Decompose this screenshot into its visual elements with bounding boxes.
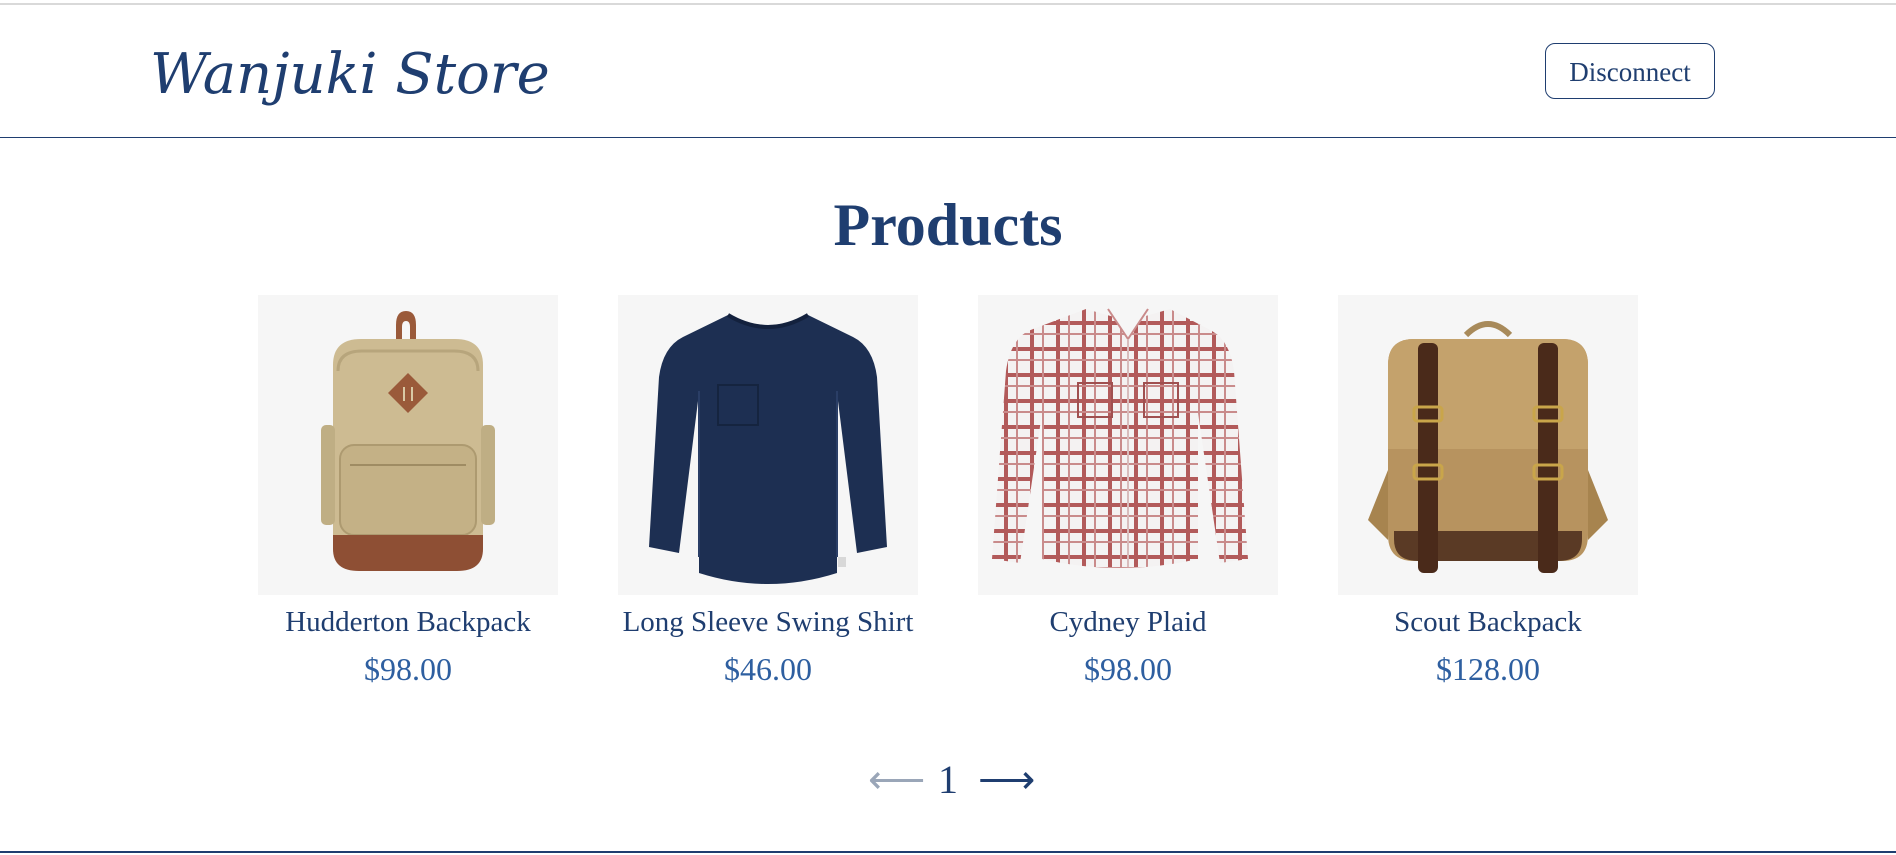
- product-card[interactable]: Hudderton Backpack $98.00: [258, 295, 558, 687]
- bottom-divider: [0, 851, 1896, 853]
- product-name[interactable]: Hudderton Backpack: [258, 605, 558, 639]
- site-header: Wanjuki Store Disconnect: [0, 5, 1896, 138]
- previous-page-arrow-icon[interactable]: ⟵: [868, 756, 925, 804]
- product-price: $46.00: [724, 651, 812, 687]
- product-price: $98.00: [364, 651, 452, 687]
- plaid-shirt-icon[interactable]: [978, 295, 1278, 595]
- product-name[interactable]: Long Sleeve Swing Shirt: [618, 605, 918, 639]
- product-grid: Hudderton Backpack $98.00 Long Sleeve Sw…: [258, 295, 1638, 695]
- product-card[interactable]: Cydney Plaid $98.00: [978, 295, 1278, 687]
- page-title: Products: [833, 192, 1063, 258]
- product-card[interactable]: Scout Backpack $128.00: [1338, 295, 1638, 687]
- current-page-number: 1: [938, 756, 958, 802]
- product-card[interactable]: Long Sleeve Swing Shirt $46.00: [618, 295, 918, 687]
- disconnect-button[interactable]: Disconnect: [1545, 43, 1715, 99]
- backpack-tan-icon[interactable]: [258, 295, 558, 595]
- store-logo[interactable]: Wanjuki Store: [150, 35, 550, 115]
- product-name[interactable]: Scout Backpack: [1338, 605, 1638, 639]
- next-page-arrow-icon[interactable]: ⟶: [978, 756, 1035, 804]
- strapped-backpack-icon[interactable]: [1338, 295, 1638, 595]
- pagination: ⟵ 1 ⟶: [0, 752, 1896, 804]
- navy-shirt-icon[interactable]: [618, 295, 918, 595]
- product-price: $128.00: [1436, 651, 1540, 687]
- product-name[interactable]: Cydney Plaid: [978, 605, 1278, 639]
- product-price: $98.00: [1084, 651, 1172, 687]
